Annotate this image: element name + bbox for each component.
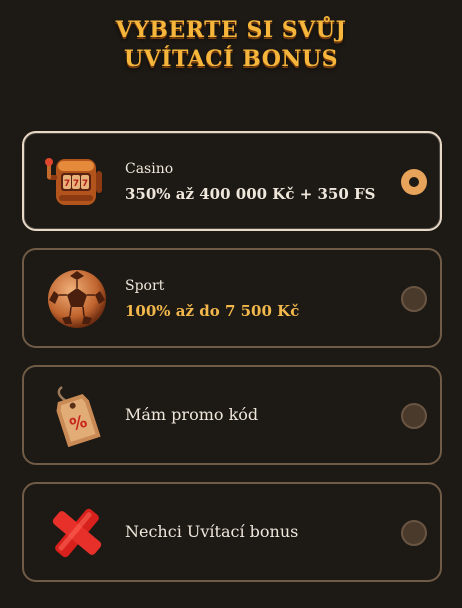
slot-machine-icon: 7 7 7 [44, 149, 110, 215]
price-tag-icon: % [44, 383, 110, 449]
radio-selected[interactable] [401, 169, 427, 195]
option-amount: 100% až do 7 500 Kč [125, 302, 300, 320]
svg-text:7: 7 [73, 179, 79, 189]
red-cross-icon [44, 500, 110, 566]
option-amount: 350% až 400 000 Kč + 350 FS [125, 185, 376, 203]
title-line-2: UVÍTACÍ BONUS [123, 46, 339, 72]
radio-unselected[interactable] [401, 286, 427, 312]
title-line-1: VYBERTE SI SVŮJ [115, 17, 347, 43]
option-label: Sport [125, 278, 165, 294]
radio-unselected[interactable] [401, 520, 427, 546]
bonus-option-casino[interactable]: 7 7 7 Casino 350% až 400 000 Kč + 350 FS [22, 131, 442, 231]
option-label: Nechci Uvítací bonus [125, 522, 299, 541]
bonus-option-no-bonus[interactable]: Nechci Uvítací bonus [22, 482, 442, 582]
bonus-option-sport[interactable]: Sport 100% až do 7 500 Kč [22, 248, 442, 348]
svg-text:7: 7 [64, 179, 70, 189]
svg-text:7: 7 [82, 179, 88, 189]
bonus-option-promo-code[interactable]: % Mám promo kód [22, 365, 442, 465]
radio-unselected[interactable] [401, 403, 427, 429]
page-title: VYBERTE SI SVŮJ UVÍTACÍ BONUS [0, 16, 462, 74]
option-label: Mám promo kód [125, 405, 259, 424]
option-label: Casino [125, 161, 174, 177]
soccer-ball-icon [44, 266, 110, 332]
